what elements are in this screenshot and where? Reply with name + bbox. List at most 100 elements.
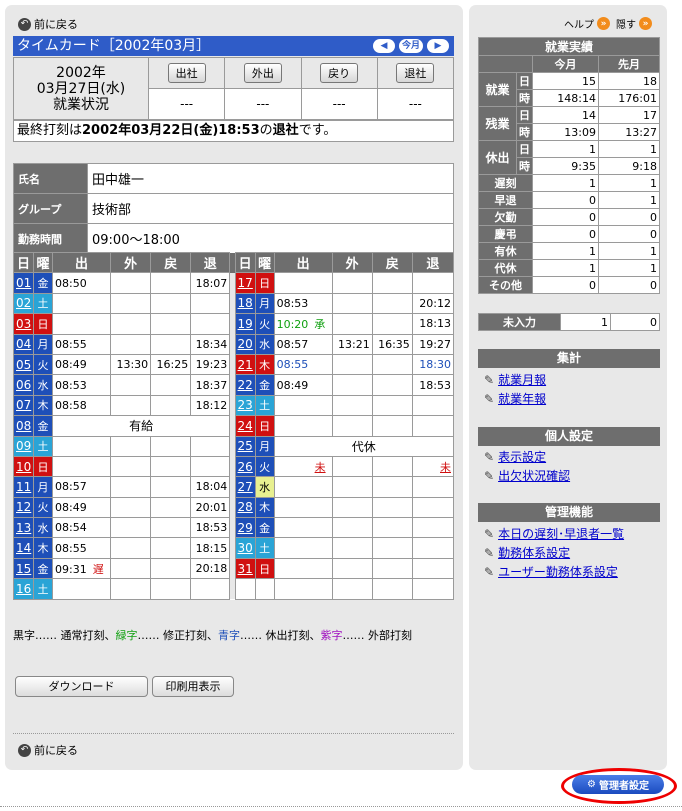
day-number: 29 <box>237 520 253 535</box>
go-out-button[interactable]: 外出 <box>243 63 282 83</box>
day-link[interactable]: 30 <box>234 537 256 559</box>
next-month-button[interactable]: ▶ <box>427 39 449 53</box>
clock-in-cell <box>273 496 333 519</box>
help-link[interactable]: ヘルプ <box>564 16 594 31</box>
weekday-cell: 月 <box>254 435 275 457</box>
day-link[interactable]: 11 <box>12 476 35 498</box>
day-link[interactable]: 23 <box>234 394 256 417</box>
clock-out-cell: 18:13 <box>411 313 455 335</box>
day-number: 11 <box>16 479 32 494</box>
monthly-report-link[interactable]: ✎ 就業月報 <box>484 371 546 388</box>
user-work-system-settings-link[interactable]: ✎ ユーザー勤務体系設定 <box>484 563 618 580</box>
day-link[interactable]: 12 <box>12 496 35 519</box>
attendance-check-link[interactable]: ✎ 出欠状況確認 <box>484 467 570 484</box>
pencil-icon: ✎ <box>484 449 495 464</box>
results-row: 有休 1 1 <box>478 242 660 260</box>
day-number: 21 <box>237 357 253 372</box>
clock-in-cell: 09:31 遅 <box>52 557 112 580</box>
day-link[interactable]: 13 <box>12 517 35 539</box>
day-link[interactable]: 09 <box>12 435 35 457</box>
weekday-cell: 水 <box>254 333 275 355</box>
return-cell <box>371 496 413 519</box>
out-cell <box>110 435 152 457</box>
clock-in-cell <box>273 272 333 294</box>
day-link[interactable]: 29 <box>234 517 256 539</box>
day-number: 24 <box>237 418 253 433</box>
display-settings-link[interactable]: ✎ 表示設定 <box>484 448 546 465</box>
day-link[interactable]: 07 <box>12 394 35 417</box>
day-number: 19 <box>237 316 253 331</box>
download-button[interactable]: ダウンロード <box>15 676 148 697</box>
current-month-button[interactable]: 今月 <box>399 39 423 53</box>
day-link[interactable]: 04 <box>12 333 35 355</box>
day-number: 30 <box>237 541 253 556</box>
clock-out-cell <box>411 517 455 539</box>
day-link[interactable]: 01 <box>12 272 35 294</box>
day-link[interactable]: 02 <box>12 292 35 315</box>
results-group-label: 残業 <box>478 106 517 141</box>
cal-row: 02 土 18 月 08:53 20:12 <box>12 292 455 315</box>
late-early-list-link[interactable]: ✎ 本日の遅刻･早退者一覧 <box>484 525 624 542</box>
cal-header: 戻 <box>371 251 413 274</box>
day-link[interactable]: 18 <box>234 292 256 315</box>
day-link[interactable]: 25 <box>234 435 256 457</box>
hide-icon[interactable]: » <box>639 17 652 30</box>
day-link[interactable]: 31 <box>234 557 256 580</box>
day-link[interactable]: 20 <box>234 333 256 355</box>
return-cell <box>371 292 413 315</box>
day-number: 15 <box>16 561 32 576</box>
clock-in-button[interactable]: 出社 <box>167 63 206 83</box>
day-link[interactable]: 17 <box>234 272 256 294</box>
cal-row: 01 金 08:50 18:07 17 日 <box>12 272 455 294</box>
day-link[interactable]: 14 <box>12 537 35 559</box>
day-link[interactable]: 06 <box>12 374 35 396</box>
weekday-cell: 月 <box>254 292 275 315</box>
this-month-value: 0 <box>532 276 599 294</box>
admin-settings-button[interactable]: ⚙ 管理者設定 <box>572 775 664 794</box>
return-cell <box>371 374 413 396</box>
empty-cell <box>254 578 275 600</box>
day-link[interactable]: 21 <box>234 353 256 376</box>
out-cell <box>110 313 152 335</box>
weekday-cell: 日 <box>33 455 54 478</box>
day-link[interactable]: 03 <box>12 313 35 335</box>
results-label: その他 <box>478 276 533 294</box>
day-link[interactable]: 26 <box>234 455 256 478</box>
hide-link[interactable]: 隠す <box>616 16 636 31</box>
pencil-icon: ✎ <box>484 564 495 579</box>
back-link-top[interactable]: ↶ 前に戻る <box>18 16 78 32</box>
help-icon[interactable]: » <box>597 17 610 30</box>
day-link[interactable]: 27 <box>234 476 256 498</box>
cal-row: 07 木 08:58 18:12 23 土 <box>12 394 455 417</box>
day-link[interactable]: 22 <box>234 374 256 396</box>
work-system-settings-link[interactable]: ✎ 勤務体系設定 <box>484 544 570 561</box>
day-link[interactable]: 28 <box>234 496 256 519</box>
print-view-button[interactable]: 印刷用表示 <box>152 676 234 697</box>
day-link[interactable]: 19 <box>234 313 256 335</box>
back-link-bottom[interactable]: ↶ 前に戻る <box>18 742 78 758</box>
out-cell <box>331 557 373 580</box>
prev-month-button[interactable]: ◀ <box>373 39 395 53</box>
return-cell <box>150 333 192 355</box>
weekday-cell: 水 <box>33 517 54 539</box>
day-link[interactable]: 08 <box>12 415 35 437</box>
day-link[interactable]: 05 <box>12 353 35 376</box>
clock-in-cell: 08:49 <box>52 353 112 376</box>
status-table: 2002年 03月27日(水) 就業状況 出社 外出 戻り 退社 --- --- -… <box>13 57 455 120</box>
legend-key: 青字 <box>218 629 240 642</box>
results-row: 早退 0 1 <box>478 191 660 209</box>
day-link[interactable]: 24 <box>234 415 256 437</box>
clock-out-button[interactable]: 退社 <box>396 63 435 83</box>
unentered-this-month: 1 <box>560 313 611 331</box>
clock-in-cell: 08:57 <box>52 476 112 498</box>
day-link[interactable]: 15 <box>12 557 35 580</box>
day-link[interactable]: 10 <box>12 455 35 478</box>
out-cell: 13:21 <box>331 333 373 355</box>
return-cell <box>371 455 413 478</box>
annual-report-link[interactable]: ✎ 就業年報 <box>484 390 546 407</box>
clock-in-cell <box>52 313 112 335</box>
out-cell <box>110 496 152 519</box>
weekday-cell: 金 <box>33 272 54 294</box>
day-link[interactable]: 16 <box>12 578 35 600</box>
return-button[interactable]: 戻り <box>320 63 359 83</box>
